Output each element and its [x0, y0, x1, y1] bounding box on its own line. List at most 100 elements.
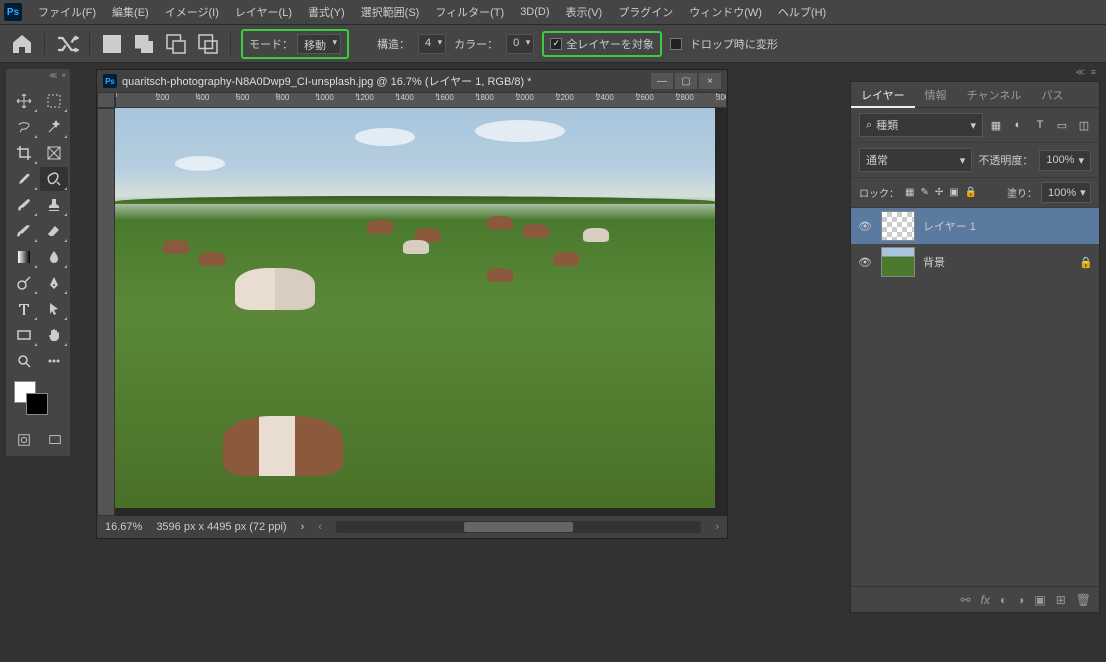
- structure-label: 構造：: [377, 36, 410, 52]
- filter-pixel-icon[interactable]: ▦: [989, 118, 1003, 132]
- more-tools[interactable]: [40, 349, 68, 373]
- mask-icon[interactable]: ◐: [1000, 593, 1007, 607]
- close-button[interactable]: ×: [699, 73, 721, 89]
- subtract-selection-icon[interactable]: [164, 32, 188, 56]
- layer-filter-select[interactable]: ⌕種類▾: [859, 113, 983, 137]
- filter-adjust-icon[interactable]: ◐: [1011, 118, 1025, 132]
- horizontal-scrollbar[interactable]: [336, 521, 701, 533]
- ruler-horizontal[interactable]: 2004006008001000120014001600180020002200…: [115, 92, 727, 108]
- home-button[interactable]: [10, 32, 34, 56]
- tool-panel-tab[interactable]: ≪×: [6, 69, 70, 85]
- all-layers-checkbox[interactable]: ✓: [550, 38, 562, 50]
- background-color[interactable]: [26, 393, 48, 415]
- status-chevron-icon[interactable]: ›: [301, 521, 305, 533]
- text-tool[interactable]: [10, 297, 38, 321]
- fx-icon[interactable]: fx: [981, 593, 990, 607]
- menu-file[interactable]: ファイル(F): [30, 0, 104, 24]
- filter-text-icon[interactable]: T: [1033, 118, 1047, 132]
- lock-transparency-icon[interactable]: ▦: [905, 187, 914, 198]
- new-layer-icon[interactable]: ⊞: [1056, 593, 1066, 607]
- blend-mode-select[interactable]: 通常▾: [859, 148, 972, 172]
- link-layers-icon[interactable]: ⚯: [960, 593, 970, 607]
- trash-icon[interactable]: 🗑: [1076, 593, 1091, 607]
- lock-all-icon[interactable]: 🔒: [965, 187, 977, 198]
- adjustment-icon[interactable]: ◑: [1017, 593, 1024, 607]
- layer-name[interactable]: レイヤー 1: [923, 218, 976, 234]
- layer-row[interactable]: 👁 レイヤー 1: [851, 208, 1099, 244]
- filter-smart-icon[interactable]: ◫: [1077, 118, 1091, 132]
- lock-position-icon[interactable]: ✢: [935, 187, 943, 198]
- group-icon[interactable]: ▣: [1034, 593, 1045, 607]
- stamp-tool[interactable]: [40, 193, 68, 217]
- intersect-selection-icon[interactable]: [196, 32, 220, 56]
- document-titlebar[interactable]: Ps quaritsch-photography-N8A0Dwp9_CI-uns…: [97, 70, 727, 92]
- menu-view[interactable]: 表示(V): [558, 0, 611, 24]
- fill-input[interactable]: 100%▾: [1041, 182, 1091, 203]
- minimize-button[interactable]: —: [651, 73, 673, 89]
- crop-tool[interactable]: [10, 141, 38, 165]
- menu-layer[interactable]: レイヤー(L): [227, 0, 300, 24]
- menu-type[interactable]: 書式(Y): [300, 0, 353, 24]
- add-selection-icon[interactable]: [132, 32, 156, 56]
- layer-row[interactable]: 👁 背景 🔒: [851, 244, 1099, 280]
- document-dimensions[interactable]: 3596 px x 4495 px (72 ppi): [156, 521, 286, 533]
- lock-pixels-icon[interactable]: ✎: [920, 187, 928, 198]
- layer-thumbnail[interactable]: [881, 211, 915, 241]
- new-selection-icon[interactable]: [100, 32, 124, 56]
- move-tool[interactable]: [10, 89, 38, 113]
- marquee-tool[interactable]: [40, 89, 68, 113]
- menu-edit[interactable]: 編集(E): [104, 0, 157, 24]
- blur-tool[interactable]: [40, 245, 68, 269]
- menu-window[interactable]: ウィンドウ(W): [681, 0, 770, 24]
- gradient-tool[interactable]: [10, 245, 38, 269]
- maximize-button[interactable]: ▢: [675, 73, 697, 89]
- screenmode-icon[interactable]: [48, 433, 62, 450]
- color-select[interactable]: 0: [506, 34, 534, 54]
- menu-help[interactable]: ヘルプ(H): [770, 0, 834, 24]
- canvas[interactable]: [115, 108, 727, 516]
- tab-channels[interactable]: チャンネル: [957, 82, 1032, 107]
- mode-select[interactable]: 移動: [297, 34, 341, 54]
- tab-layers[interactable]: レイヤー: [851, 82, 915, 108]
- shuffle-icon[interactable]: [55, 32, 79, 56]
- ruler-vertical[interactable]: [97, 108, 115, 516]
- menu-plugin[interactable]: プラグイン: [610, 0, 681, 24]
- ruler-origin[interactable]: [97, 92, 115, 108]
- layer-thumbnail[interactable]: [881, 247, 915, 277]
- lock-artboard-icon[interactable]: ▣: [949, 187, 958, 198]
- zoom-tool[interactable]: [10, 349, 38, 373]
- lasso-tool[interactable]: [10, 115, 38, 139]
- visibility-toggle[interactable]: 👁: [857, 220, 873, 233]
- filter-shape-icon[interactable]: ▭: [1055, 118, 1069, 132]
- rectangle-tool[interactable]: [10, 323, 38, 347]
- wand-tool[interactable]: [40, 115, 68, 139]
- hand-tool[interactable]: [40, 323, 68, 347]
- color-label: カラー：: [454, 36, 498, 52]
- mode-label: モード：: [249, 36, 293, 52]
- zoom-level[interactable]: 16.67%: [105, 521, 142, 533]
- pen-tool[interactable]: [40, 271, 68, 295]
- opacity-input[interactable]: 100%▾: [1039, 150, 1091, 171]
- layer-name[interactable]: 背景: [923, 254, 945, 270]
- eraser-tool[interactable]: [40, 219, 68, 243]
- menu-select[interactable]: 選択範囲(S): [353, 0, 428, 24]
- tab-paths[interactable]: パス: [1031, 82, 1073, 107]
- drop-checkbox[interactable]: [670, 38, 682, 50]
- history-brush-tool[interactable]: [10, 219, 38, 243]
- eyedropper-tool[interactable]: [10, 167, 38, 191]
- dodge-tool[interactable]: [10, 271, 38, 295]
- structure-select[interactable]: 4: [418, 34, 446, 54]
- path-select-tool[interactable]: [40, 297, 68, 321]
- menu-image[interactable]: イメージ(I): [157, 0, 227, 24]
- quickmask-icon[interactable]: [17, 433, 31, 450]
- visibility-toggle[interactable]: 👁: [857, 256, 873, 269]
- tab-info[interactable]: 情報: [915, 82, 957, 107]
- collapse-icon[interactable]: ≪: [1075, 67, 1084, 81]
- brush-tool[interactable]: [10, 193, 38, 217]
- menu-filter[interactable]: フィルター(T): [427, 0, 512, 24]
- menu-3d[interactable]: 3D(D): [512, 2, 557, 22]
- frame-tool[interactable]: [40, 141, 68, 165]
- color-swatches[interactable]: [12, 381, 66, 423]
- panel-menu-icon[interactable]: ≡: [1091, 67, 1096, 81]
- patch-tool[interactable]: [40, 167, 68, 191]
